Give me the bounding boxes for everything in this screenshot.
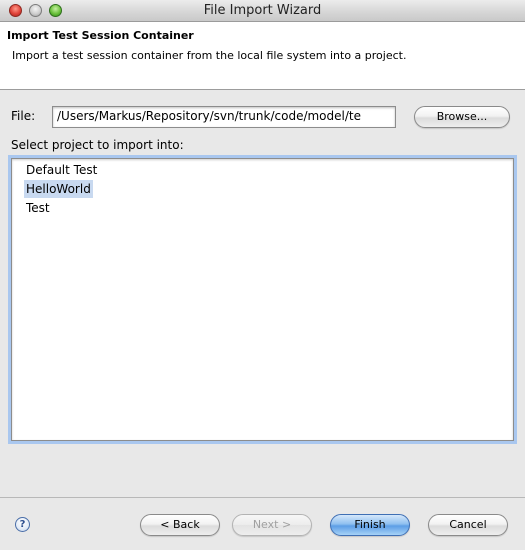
file-label: File:	[11, 109, 36, 123]
wizard-page-description: Import a test session container from the…	[12, 49, 407, 62]
project-list[interactable]: Default Test HelloWorld Test	[11, 158, 514, 441]
file-path-input[interactable]: /Users/Markus/Repository/svn/trunk/code/…	[52, 106, 396, 128]
project-list-item[interactable]: Default Test	[24, 161, 99, 179]
project-list-item-selected[interactable]: HelloWorld	[24, 180, 93, 198]
back-button[interactable]: < Back	[140, 514, 220, 536]
file-import-wizard-window: File Import Wizard Import Test Session C…	[0, 0, 525, 550]
title-bar[interactable]: File Import Wizard	[0, 0, 525, 22]
wizard-page-title: Import Test Session Container	[7, 29, 194, 42]
browse-button[interactable]: Browse...	[414, 106, 510, 128]
finish-button[interactable]: Finish	[330, 514, 410, 536]
project-list-item[interactable]: Test	[24, 199, 52, 217]
help-icon[interactable]: ?	[15, 517, 30, 532]
footer-divider	[0, 497, 525, 498]
wizard-header: Import Test Session Container Import a t…	[0, 22, 525, 90]
next-button: Next >	[232, 514, 312, 536]
project-list-label: Select project to import into:	[11, 138, 184, 152]
window-title: File Import Wizard	[203, 3, 322, 18]
cancel-button[interactable]: Cancel	[428, 514, 508, 536]
